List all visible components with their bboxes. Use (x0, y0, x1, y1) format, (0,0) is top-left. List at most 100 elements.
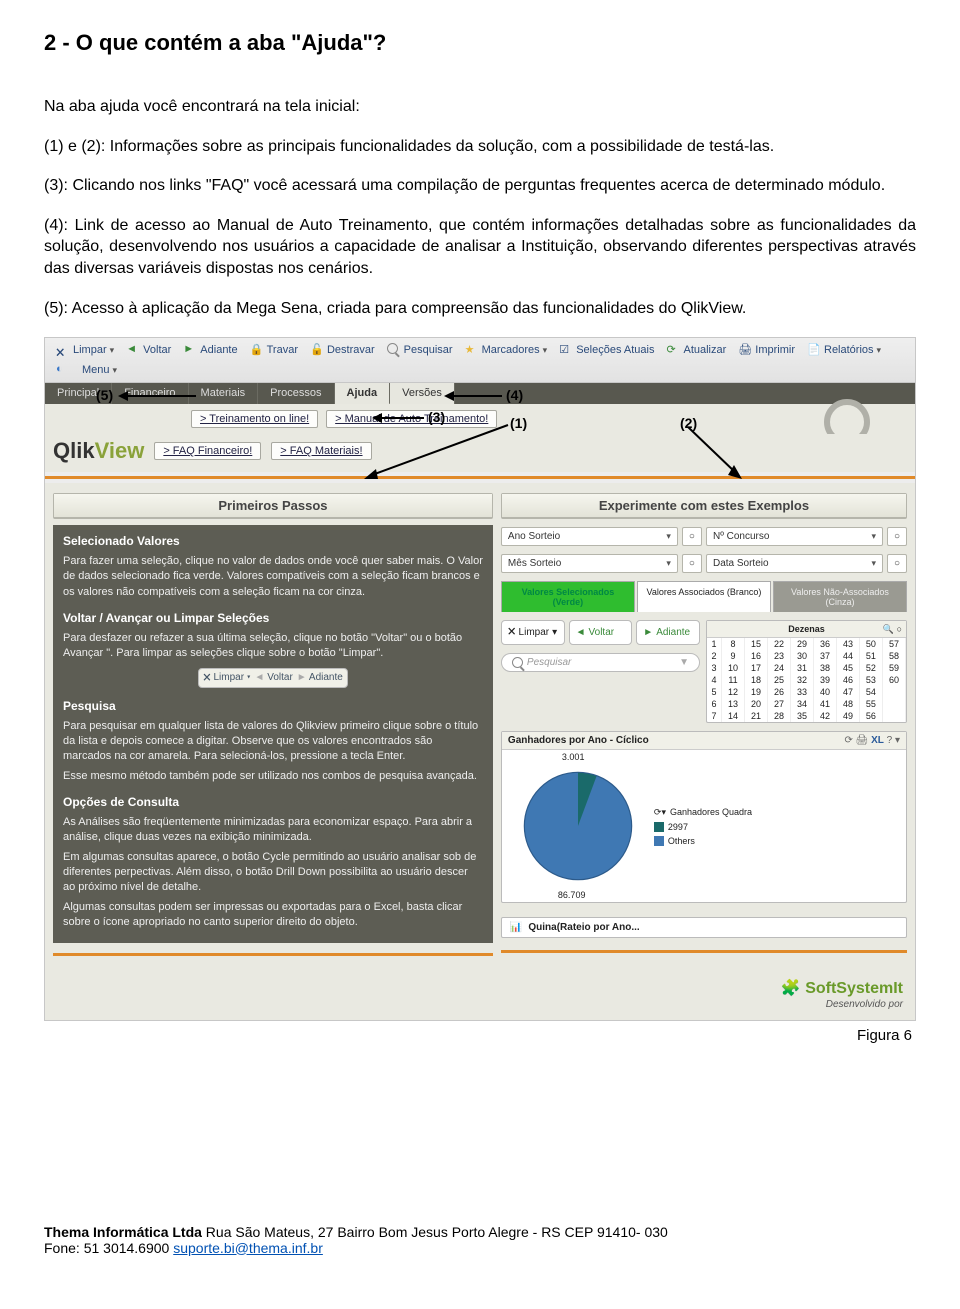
search-pill[interactable]: Pesquisar ▼ (501, 653, 700, 672)
dezenas-grid: 1815222936435057291623303744515831017243… (707, 638, 906, 722)
chart-title: Ganhadores por Ano - Cíclico (508, 735, 649, 746)
cycle-icon[interactable]: ⟳▾ (654, 807, 666, 818)
swatch-2997 (654, 822, 664, 832)
mini-toolbar-example: 🗙 Limpar ▾ ◄ Voltar ► Adiante (198, 668, 348, 688)
search-icon (512, 657, 523, 668)
print-icon: 🖨 (738, 343, 752, 357)
ano-sorteio-select[interactable]: Ano Sorteio▾ (501, 527, 678, 546)
divider (501, 950, 907, 953)
tab-versoes[interactable]: Versões (390, 383, 455, 404)
intro-line: Na aba ajuda você encontrará na tela ini… (44, 96, 916, 118)
qlikview-screenshot: 🗙Limpar ▾ ◄Voltar ►Adiante 🔒Travar 🔓Dest… (44, 337, 916, 1020)
treinamento-link[interactable]: > Treinamento on line! (191, 410, 318, 428)
chart-legend: ⟳▾ Ganhadores Quadra 2997 Others (654, 807, 752, 846)
tab-processos[interactable]: Processos (258, 383, 334, 404)
search-icon (387, 343, 401, 357)
select-row-1: Ano Sorteio▾ ○ Nº Concurso▾ ○ (501, 527, 907, 546)
mini-adiante[interactable]: ► Adiante (297, 671, 343, 685)
n-concurso-select[interactable]: Nº Concurso▾ (706, 527, 883, 546)
atualizar-button[interactable]: ⟳Atualizar (661, 341, 731, 359)
tab-ajuda[interactable]: Ajuda (335, 383, 391, 405)
mini-voltar[interactable]: ◄ Voltar (255, 671, 293, 685)
voltar-button[interactable]: ◄Voltar (121, 341, 176, 359)
tab-principal[interactable]: Principal (45, 383, 112, 404)
unlock-icon: 🔓 (310, 343, 324, 357)
marcadores-button[interactable]: ★Marcadores ▾ (460, 341, 553, 359)
tab-nao-associados[interactable]: Valores Não-Associados (Cinza) (773, 581, 907, 612)
adiante-pill[interactable]: ► Adiante (636, 620, 700, 645)
tab-selecionados[interactable]: Valores Selecionados (Verde) (501, 581, 635, 612)
softsystemit-footer: 🧩 SoftSystemIt Desenvolvido por (45, 972, 915, 1020)
primeiros-passos-panel: Primeiros Passos (53, 493, 493, 519)
faq-materiais-link[interactable]: > FAQ Materiais! (271, 442, 371, 460)
qlikview-logo: QlikView (53, 438, 144, 464)
dezenas-title: Dezenas (788, 624, 825, 634)
refresh-icon: ⟳ (666, 343, 680, 357)
relatorios-button[interactable]: 📄Relatórios ▾ (802, 341, 886, 359)
p-opcoes-b: Em algumas consultas aparece, o botão Cy… (63, 850, 483, 896)
pie-chart: 3.001 86.709 (508, 756, 648, 896)
footer-company: Thema Informática Ltda (44, 1224, 202, 1240)
help-text-block: Selecionado Valores Para fazer uma seleç… (53, 525, 493, 942)
figure-caption: Figura 6 (44, 1027, 916, 1044)
limpar-button[interactable]: 🗙Limpar ▾ (51, 341, 119, 359)
pie-label-top: 3.001 (562, 752, 585, 762)
clear-data[interactable]: ○ (887, 554, 907, 573)
h-voltar: Voltar / Avançar ou Limpar Seleções (63, 610, 483, 627)
pesquisar-button[interactable]: Pesquisar (382, 341, 458, 359)
links-row-1: > Treinamento on line! > Manual de Auto … (45, 404, 915, 434)
mes-sorteio-select[interactable]: Mês Sorteio▾ (501, 554, 678, 573)
experimente-panel: Experimente com estes Exemplos (501, 493, 907, 519)
limpar-pill[interactable]: 🗙 Limpar ▾ (501, 620, 565, 645)
tab-financeiro[interactable]: Financeiro (112, 383, 188, 404)
p-pesquisa-b: Esse mesmo método também pode ser utiliz… (63, 769, 483, 784)
manual-link[interactable]: > Manual de Auto Treinamento! (326, 410, 497, 428)
help-icon: ◐ (56, 363, 70, 377)
screenshot-wrapper: (5) (4) (3) (1) (2) 🗙Limpar ▾ ◄Voltar ►A… (44, 337, 916, 1043)
tab-materiais[interactable]: Materiais (189, 383, 259, 404)
top-toolbar: 🗙Limpar ▾ ◄Voltar ►Adiante 🔒Travar 🔓Dest… (45, 338, 915, 383)
swatch-others (654, 836, 664, 846)
voltar-pill[interactable]: ◄ Voltar (569, 620, 633, 645)
clear-nconc[interactable]: ○ (887, 527, 907, 546)
help-button[interactable]: ◐ (51, 361, 75, 379)
h-opcoes: Opções de Consulta (63, 794, 483, 811)
paragraph-4: (4): Link de acesso ao Manual de Auto Tr… (44, 215, 916, 280)
dezenas-table[interactable]: Dezenas🔍 ○ 18152229364350572916233037445… (706, 620, 907, 723)
mini-limpar[interactable]: 🗙 Limpar ▾ (203, 671, 250, 685)
travar-button[interactable]: 🔒Travar (245, 341, 303, 359)
divider (53, 953, 493, 956)
menu-button[interactable]: Menu ▾ (77, 362, 122, 378)
faq-financeiro-link[interactable]: > FAQ Financeiro! (154, 442, 261, 460)
adiante-button[interactable]: ►Adiante (178, 341, 242, 359)
p-opcoes-c: Algumas consultas podem ser impressas ou… (63, 900, 483, 931)
content-row: Primeiros Passos Selecionado Valores Par… (45, 483, 915, 971)
clear-ano[interactable]: ○ (682, 527, 702, 546)
selection-state-tabs: Valores Selecionados (Verde) Valores Ass… (501, 581, 907, 612)
footer-email-link[interactable]: suporte.bi@thema.inf.br (173, 1240, 323, 1256)
imprimir-button[interactable]: 🖨Imprimir (733, 341, 800, 359)
star-icon: ★ (465, 343, 479, 357)
report-icon: 📄 (807, 343, 821, 357)
quina-minimized[interactable]: 📊 Quina(Rateio por Ano... (501, 917, 907, 938)
p-selecionado: Para fazer uma seleção, clique no valor … (63, 554, 483, 600)
destravar-button[interactable]: 🔓Destravar (305, 341, 380, 359)
paragraph-1-2: (1) e (2): Informações sobre as principa… (44, 136, 916, 158)
logo-row: QlikView > FAQ Financeiro! > FAQ Materia… (45, 434, 915, 472)
p-voltar: Para desfazer ou refazer a sua última se… (63, 631, 483, 662)
menu-tabs: Principal Financeiro Materiais Processos… (45, 383, 915, 404)
clear-mes[interactable]: ○ (682, 554, 702, 573)
lock-icon: 🔒 (250, 343, 264, 357)
forward-icon: ► (183, 343, 197, 357)
tab-associados[interactable]: Valores Associados (Branco) (637, 581, 771, 612)
h-pesquisa: Pesquisa (63, 698, 483, 715)
h-selecionado: Selecionado Valores (63, 533, 483, 550)
back-icon: ◄ (126, 343, 140, 357)
paragraph-5: (5): Acesso à aplicação da Mega Sena, cr… (44, 298, 916, 320)
selecoes-button[interactable]: ☑Seleções Atuais (554, 341, 659, 359)
data-sorteio-select[interactable]: Data Sorteio▾ (706, 554, 883, 573)
page-title: 2 - O que contém a aba "Ajuda"? (44, 30, 916, 56)
chart-icons[interactable]: ⟳ 🖨 XL ? ▾ (844, 735, 900, 746)
p-opcoes: As Análises são freqüentemente minimizad… (63, 815, 483, 846)
clear-icon: 🗙 (56, 343, 70, 357)
